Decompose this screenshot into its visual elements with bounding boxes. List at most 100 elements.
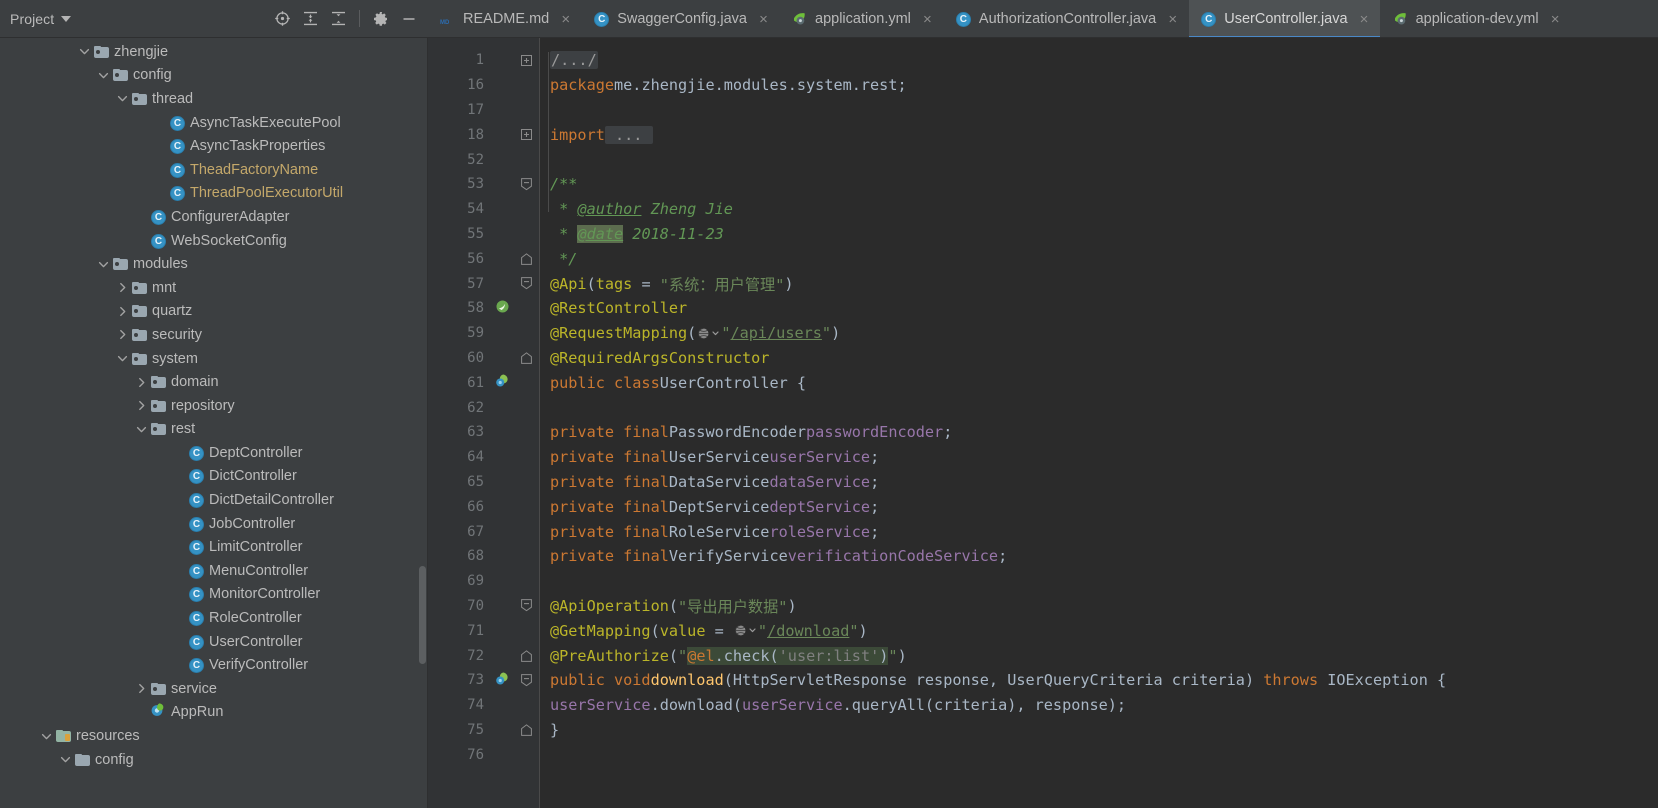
chevron-right-icon[interactable]	[114, 306, 130, 317]
tree-node-limitcontroller[interactable]: C LimitController	[0, 535, 427, 559]
tree-node-mnt[interactable]: mnt	[0, 276, 427, 300]
gutter-line[interactable]: 17	[428, 98, 539, 123]
tree-node-repository[interactable]: repository	[0, 394, 427, 418]
code-line[interactable]: * @author Zheng Jie	[540, 197, 1658, 222]
code-line[interactable]: @RestController	[540, 296, 1658, 321]
gutter-line[interactable]: 69	[428, 569, 539, 594]
code-line[interactable]: /.../	[540, 48, 1658, 73]
tree-node-monitorcontroller[interactable]: C MonitorController	[0, 583, 427, 607]
tree-node-config[interactable]: config	[0, 64, 427, 88]
tree-node-service[interactable]: service	[0, 677, 427, 701]
fold-marker[interactable]	[520, 352, 533, 364]
gutter-line[interactable]: 16	[428, 73, 539, 98]
close-icon[interactable]: ×	[1166, 12, 1179, 27]
tree-node-quartz[interactable]: quartz	[0, 300, 427, 324]
folded-region[interactable]: /.../	[550, 51, 598, 70]
chevron-down-icon[interactable]	[57, 754, 73, 765]
tree-node-verifycontroller[interactable]: C VerifyController	[0, 653, 427, 677]
spring-component-gutter-icon[interactable]	[494, 671, 510, 690]
fold-marker[interactable]	[520, 129, 533, 141]
tree-node-apprun[interactable]: AppRun	[0, 701, 427, 725]
tree-node-configureradapter[interactable]: C ConfigurerAdapter	[0, 205, 427, 229]
tree-node-dictcontroller[interactable]: C DictController	[0, 465, 427, 489]
close-icon[interactable]: ×	[757, 12, 770, 27]
fold-marker[interactable]	[520, 253, 533, 265]
fold-marker[interactable]	[520, 54, 533, 66]
gutter-line[interactable]: 59	[428, 321, 539, 346]
gutter-line[interactable]: 58	[428, 296, 539, 321]
settings-icon[interactable]	[368, 6, 394, 32]
code-line[interactable]: private final RoleService roleService;	[540, 519, 1658, 544]
code-line[interactable]: @RequestMapping("/api/users ")	[540, 321, 1658, 346]
fold-marker[interactable]	[520, 724, 533, 736]
locate-icon[interactable]	[269, 6, 295, 32]
gutter-line[interactable]: 74	[428, 693, 539, 718]
code-line[interactable]: @PreAuthorize(" @el.check('user:list') ")	[540, 643, 1658, 668]
project-tree-panel[interactable]: zhengjie config thread C AsyncTaskExecutePoo…	[0, 38, 428, 808]
chevron-right-icon[interactable]	[114, 329, 130, 340]
code-line[interactable]	[540, 742, 1658, 767]
tree-node-threadpoolexecutorutil[interactable]: C ThreadPoolExecutorUtil	[0, 182, 427, 206]
gutter-line[interactable]: 57	[428, 271, 539, 296]
gutter-line[interactable]: 72	[428, 643, 539, 668]
gutter-line[interactable]: 66	[428, 494, 539, 519]
gutter-line[interactable]: 67	[428, 519, 539, 544]
project-toolwindow-title[interactable]: Project	[10, 11, 54, 27]
gutter-line[interactable]: 62	[428, 395, 539, 420]
spring-component-gutter-icon[interactable]	[494, 373, 510, 392]
gutter-line[interactable]: 64	[428, 445, 539, 470]
expand-all-icon[interactable]	[297, 6, 323, 32]
code-line[interactable]: private final PasswordEncoder passwordEn…	[540, 420, 1658, 445]
tree-node-deptcontroller[interactable]: C DeptController	[0, 441, 427, 465]
tree-node-rest[interactable]: rest	[0, 418, 427, 442]
code-line[interactable]	[540, 98, 1658, 123]
code-line[interactable]: }	[540, 718, 1658, 743]
chevron-right-icon[interactable]	[133, 683, 149, 694]
collapse-all-icon[interactable]	[325, 6, 351, 32]
editor-tab[interactable]: C SwaggerConfig.java ×	[582, 0, 780, 37]
fold-marker[interactable]	[520, 177, 533, 191]
editor-tab[interactable]: C AuthorizationController.java ×	[944, 0, 1190, 37]
gutter-line[interactable]: 70	[428, 594, 539, 619]
chevron-down-icon[interactable]	[38, 731, 54, 742]
tree-node-asynctaskproperties[interactable]: C AsyncTaskProperties	[0, 134, 427, 158]
spring-bean-gutter-icon[interactable]	[495, 299, 510, 318]
editor-tab[interactable]: application.yml ×	[780, 0, 944, 37]
gutter-line[interactable]: 61	[428, 370, 539, 395]
gutter-line[interactable]: 76	[428, 742, 539, 767]
chevron-right-icon[interactable]	[114, 282, 130, 293]
chevron-down-icon[interactable]	[114, 93, 130, 104]
chevron-down-icon[interactable]	[95, 70, 111, 81]
chevron-down-icon[interactable]	[114, 353, 130, 364]
editor-code-area[interactable]: /.../ package me.zhengjie.modules.system.…	[540, 38, 1658, 808]
gutter-line[interactable]: 52	[428, 147, 539, 172]
project-tree-scrollbar[interactable]	[419, 566, 426, 664]
tree-node-domain[interactable]: domain	[0, 370, 427, 394]
tree-node-rolecontroller[interactable]: C RoleController	[0, 606, 427, 630]
gutter-line[interactable]: 55	[428, 222, 539, 247]
tree-node-asynctaskexecutepool[interactable]: C AsyncTaskExecutePool	[0, 111, 427, 135]
code-line[interactable]: userService .download(userService .queryAl…	[540, 693, 1658, 718]
tree-node-websocketconfig[interactable]: C WebSocketConfig	[0, 229, 427, 253]
code-line[interactable]	[540, 569, 1658, 594]
fold-marker[interactable]	[520, 673, 533, 687]
tree-node-dictdetailcontroller[interactable]: C DictDetailController	[0, 488, 427, 512]
code-line[interactable]: private final DeptService deptService;	[540, 494, 1658, 519]
gutter-line[interactable]: 53	[428, 172, 539, 197]
gutter-line[interactable]: 1	[428, 48, 539, 73]
url-inlay-icon[interactable]	[697, 327, 720, 340]
gutter-line[interactable]: 60	[428, 346, 539, 371]
chevron-right-icon[interactable]	[133, 400, 149, 411]
close-icon[interactable]: ×	[1549, 12, 1562, 27]
gutter-line[interactable]: 75	[428, 718, 539, 743]
gutter-line[interactable]: 56	[428, 246, 539, 271]
close-icon[interactable]: ×	[1358, 12, 1371, 27]
tree-node-menucontroller[interactable]: C MenuController	[0, 559, 427, 583]
tree-node-zhengjie[interactable]: zhengjie	[0, 40, 427, 64]
editor-tab[interactable]: application-dev.yml ×	[1381, 0, 1572, 37]
editor-tab[interactable]: README.md ×	[428, 0, 583, 37]
tree-node-jobcontroller[interactable]: C JobController	[0, 512, 427, 536]
editor-gutter[interactable]: 1 16 17 18 52 53 54 55 56 57 58 59 60 61 62 63 64 65 66 67 6…	[428, 38, 540, 808]
fold-marker[interactable]	[520, 649, 533, 662]
code-line[interactable]: */	[540, 246, 1658, 271]
